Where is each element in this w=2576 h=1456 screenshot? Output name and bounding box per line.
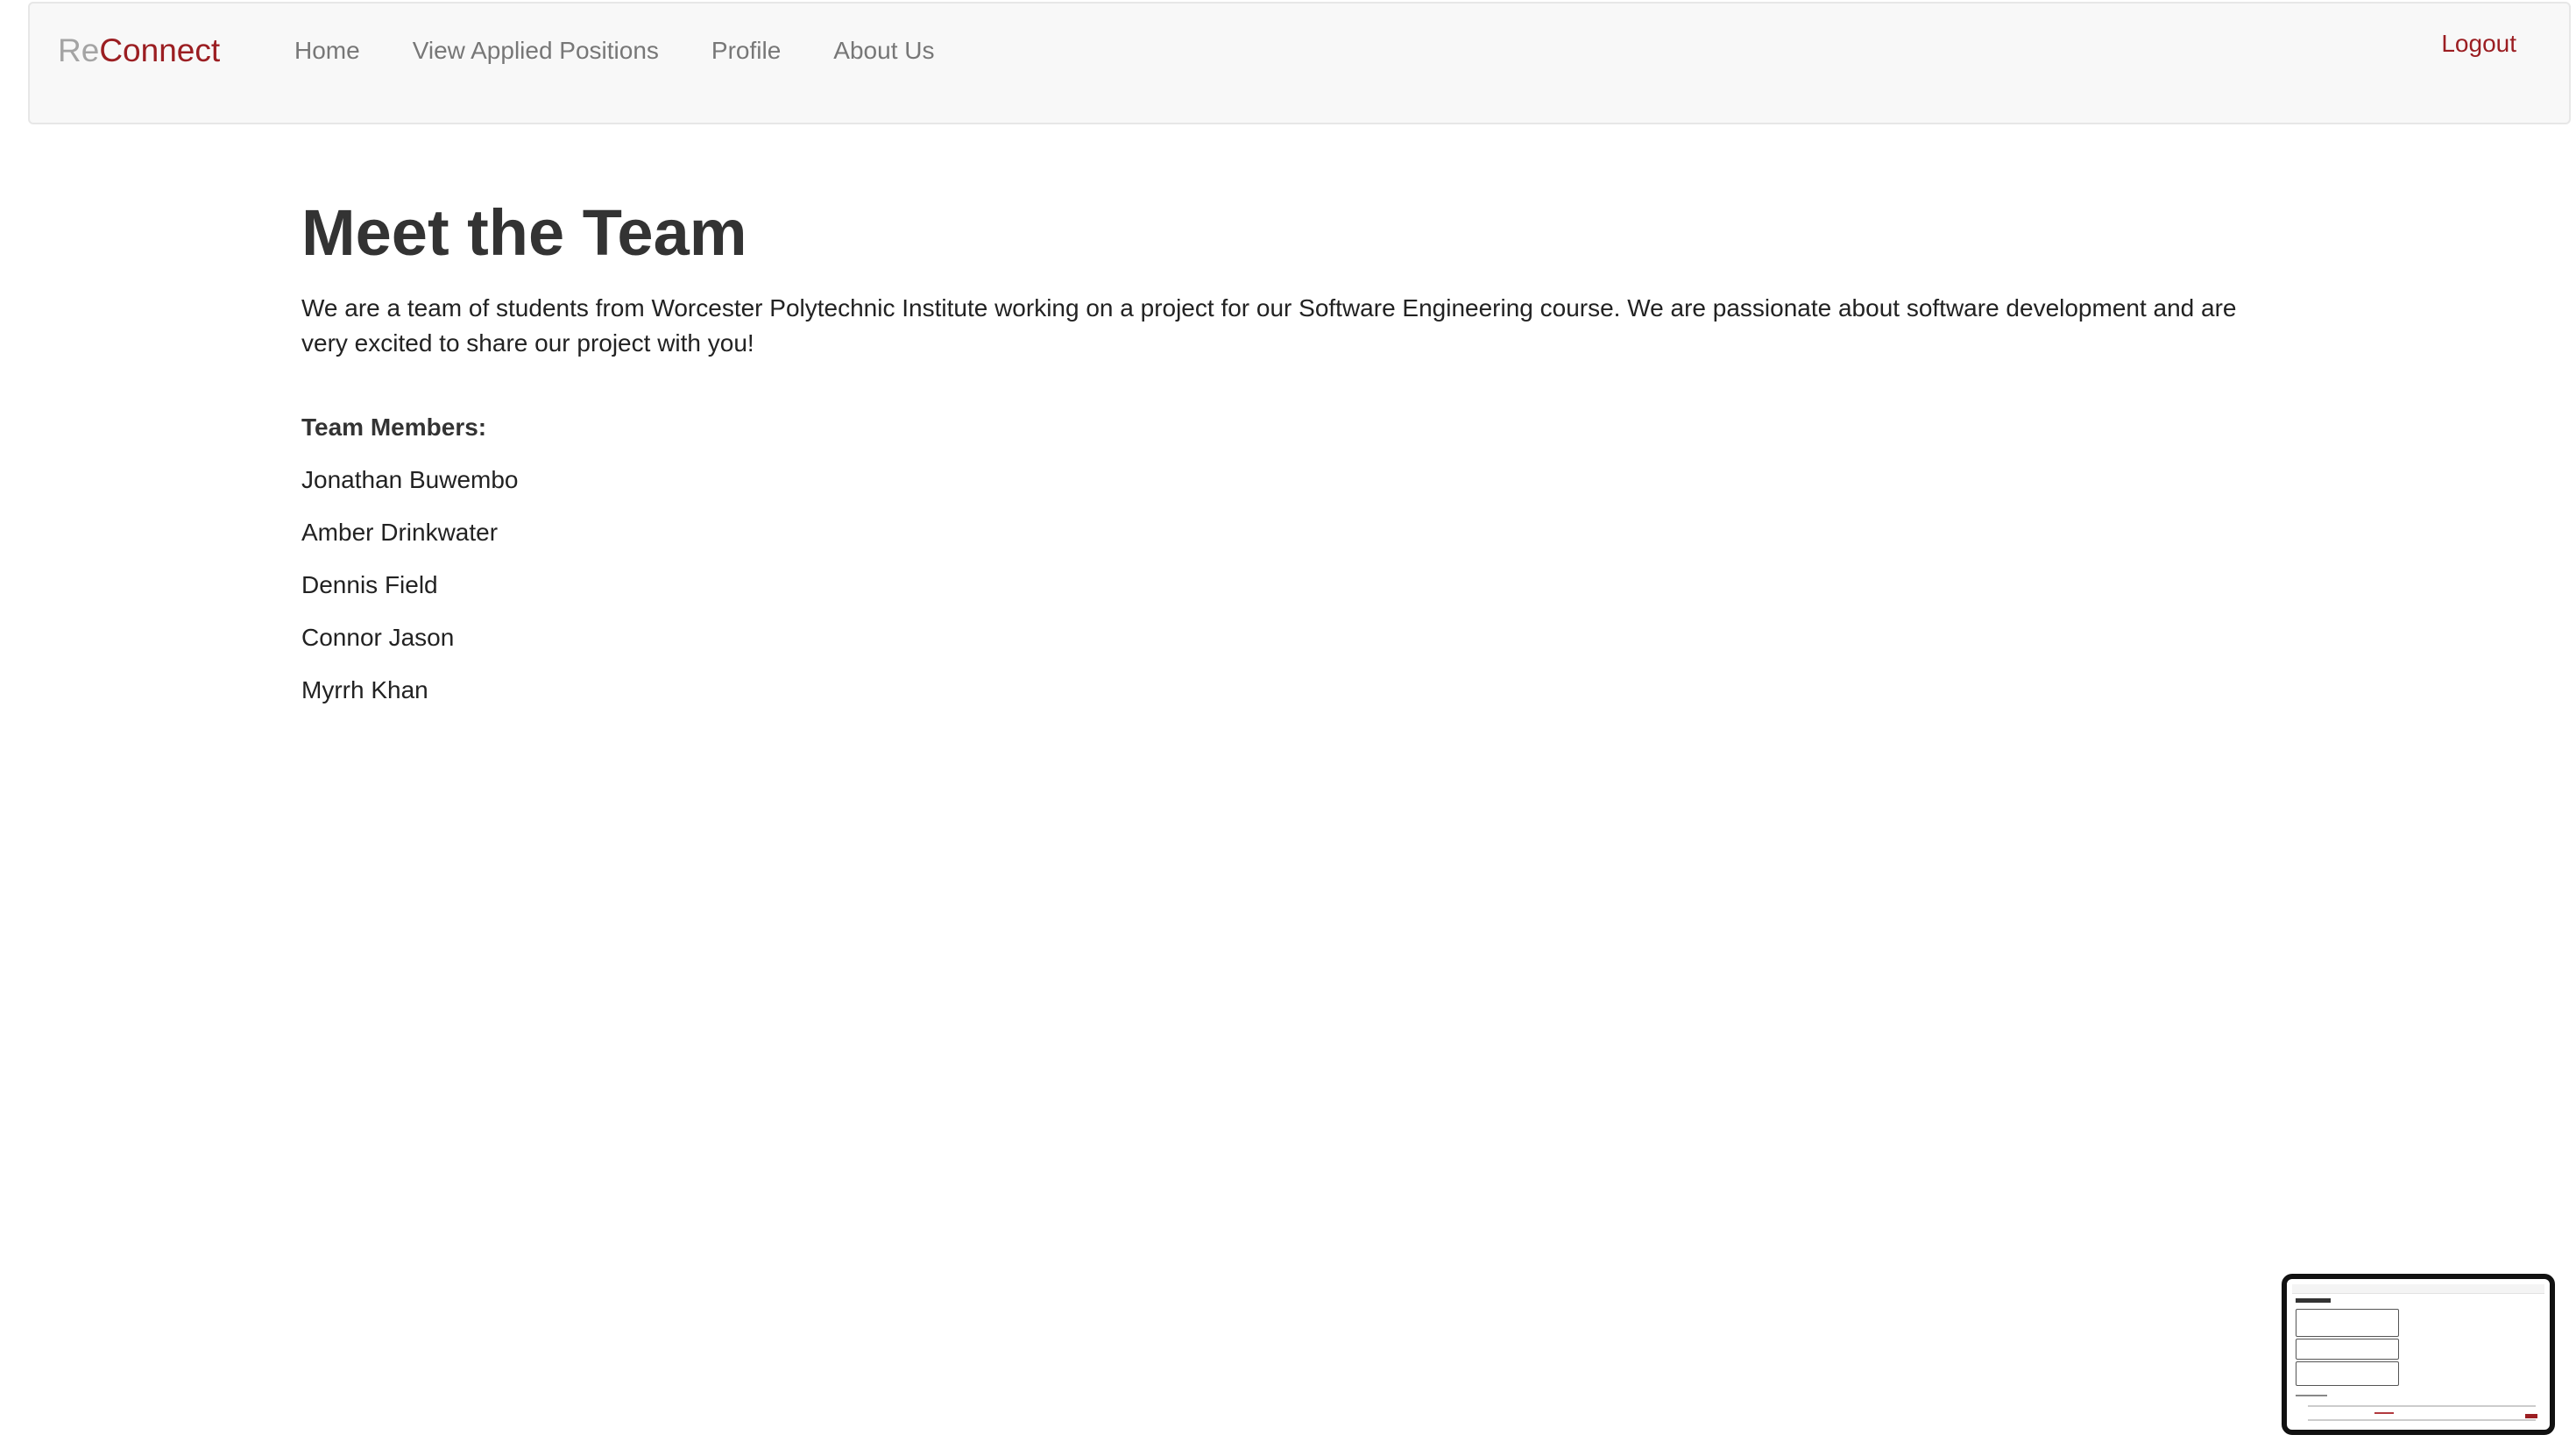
nav-link-view-applied-positions[interactable]: View Applied Positions: [386, 28, 685, 74]
thumbnail-line: [2374, 1412, 2394, 1414]
logout-link[interactable]: Logout: [2441, 21, 2516, 67]
nav-link-profile[interactable]: Profile: [685, 28, 807, 74]
navbar: ReConnect Home View Applied Positions Pr…: [28, 2, 2571, 124]
thumbnail-page-preview: [2290, 1283, 2546, 1426]
main-content: Meet the Team We are a team of students …: [301, 193, 2282, 725]
nav-link-home[interactable]: Home: [268, 28, 386, 74]
thumbnail-line: [2296, 1395, 2327, 1396]
team-members-heading: Team Members:: [301, 413, 487, 441]
team-member: Connor Jason: [301, 624, 455, 651]
intro-paragraph: We are a team of students from Worcester…: [301, 294, 2237, 357]
nav-links: Home View Applied Positions Profile Abou…: [268, 28, 960, 74]
thumbnail-navbar: [2292, 1284, 2544, 1294]
thumbnail-box: [2296, 1309, 2399, 1337]
team-member: Amber Drinkwater: [301, 519, 499, 546]
page: ReConnect Home View Applied Positions Pr…: [0, 0, 2576, 1456]
nav-link-about-us[interactable]: About Us: [807, 28, 960, 74]
team-member: Myrrh Khan: [301, 676, 428, 703]
thumbnail-box: [2296, 1361, 2399, 1386]
team-member-list: Jonathan Buwembo Amber Drinkwater Dennis…: [301, 463, 2282, 708]
brand-prefix: Re: [58, 32, 100, 68]
brand-logo-link[interactable]: ReConnect: [58, 28, 220, 74]
thumbnail-title: [2296, 1298, 2331, 1303]
thumbnail-box: [2296, 1339, 2399, 1360]
window-preview-thumbnail[interactable]: [2282, 1274, 2555, 1435]
thumbnail-line: [2308, 1405, 2536, 1407]
brand-suffix: Connect: [99, 32, 221, 68]
page-title: Meet the Team: [301, 196, 747, 269]
team-member: Jonathan Buwembo: [301, 466, 519, 493]
thumbnail-button: [2525, 1414, 2537, 1418]
thumbnail-line: [2308, 1419, 2536, 1421]
team-member: Dennis Field: [301, 571, 438, 598]
